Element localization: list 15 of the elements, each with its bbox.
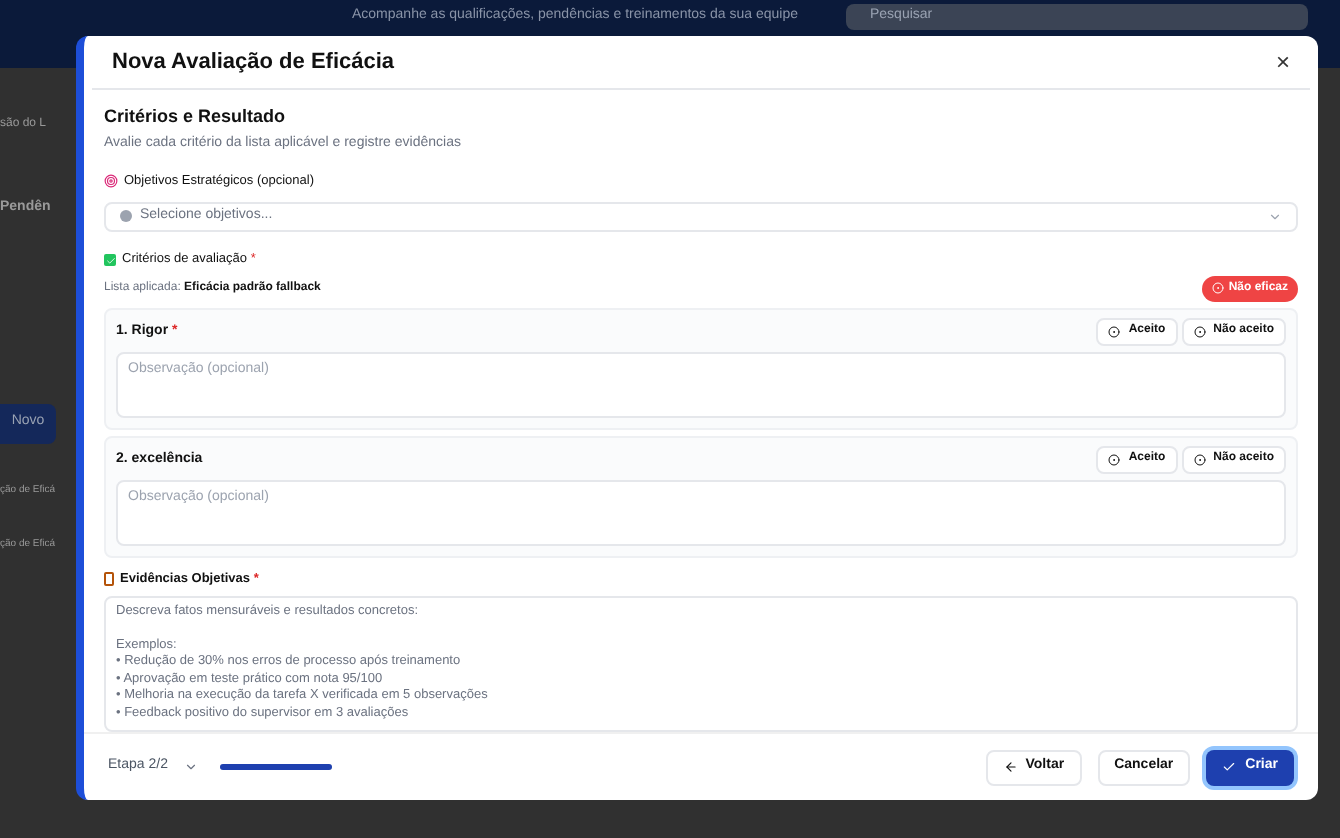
radio-icon (1193, 325, 1206, 338)
dialog-title: Nova Avaliação de Eficácia (112, 47, 395, 78)
chevron-icon (183, 760, 198, 774)
radio-icon (1193, 453, 1206, 466)
radio-icon (1108, 453, 1121, 466)
clipboard-icon (104, 572, 114, 587)
target-icon (104, 174, 118, 189)
chevron-icon (1268, 209, 1282, 224)
arrow-left-icon (1003, 760, 1018, 774)
radio-icon (1108, 325, 1121, 338)
check-icon (1221, 760, 1236, 774)
checkbox-icon (104, 254, 116, 267)
close-button[interactable]: × (1275, 50, 1290, 74)
section-title: Critérios e Resultado (104, 104, 288, 130)
badge-icon (1212, 282, 1225, 295)
